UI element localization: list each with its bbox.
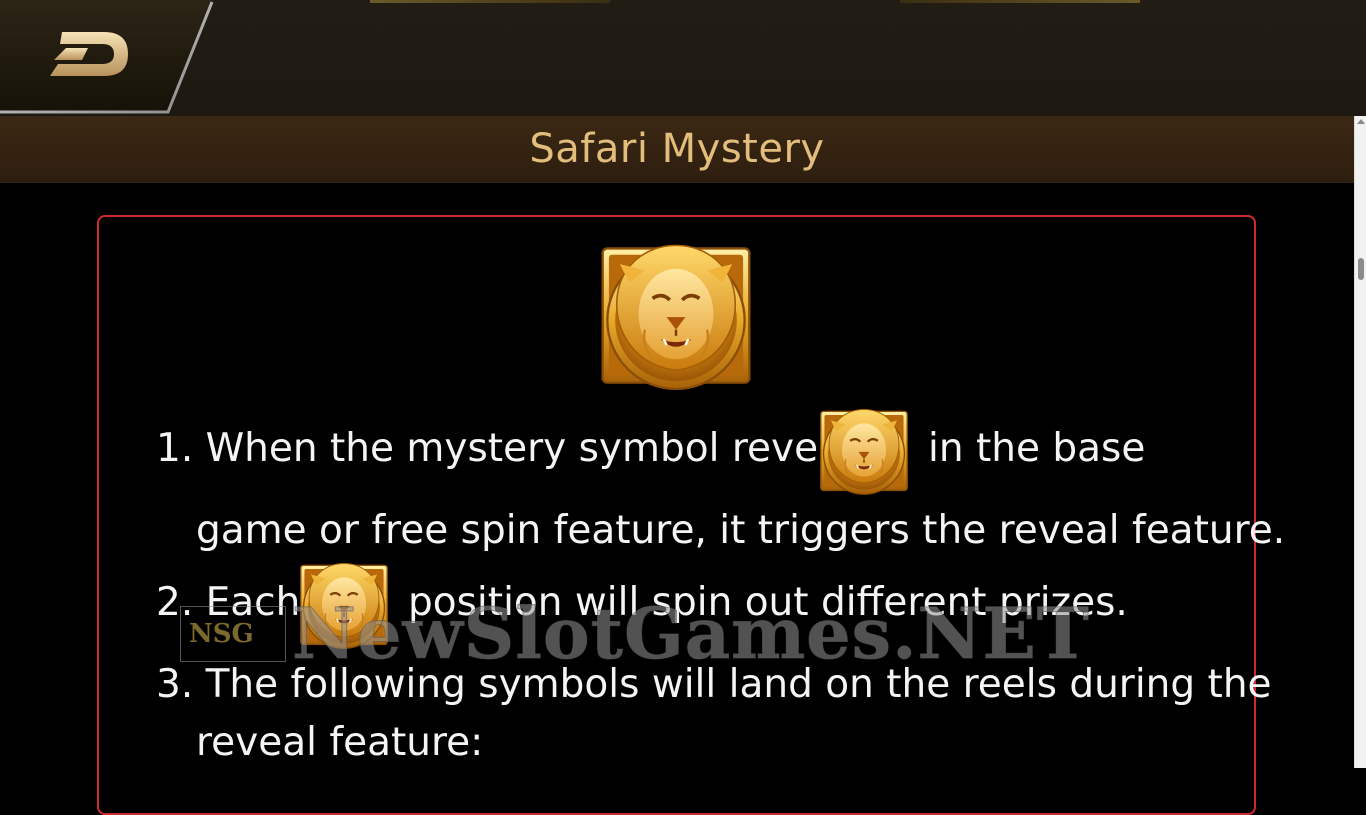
scrollbar[interactable] bbox=[1354, 116, 1366, 768]
page-title: Safari Mystery bbox=[529, 126, 825, 172]
top-strip-left bbox=[370, 0, 610, 3]
scrollbar-thumb[interactable] bbox=[1358, 258, 1364, 280]
lion-inline-icon bbox=[818, 404, 910, 496]
scroll-up-arrow-icon[interactable] bbox=[1357, 119, 1365, 124]
rule-line-1c: game or free spin feature, it triggers t… bbox=[196, 508, 1286, 553]
top-strip-right bbox=[900, 0, 1140, 3]
rule-line-1b: in the base bbox=[928, 426, 1146, 471]
watermark-logo-letters: NSG bbox=[189, 619, 254, 649]
rule-line-3b: reveal feature: bbox=[196, 720, 484, 765]
back-arrow-icon bbox=[50, 32, 128, 76]
rule-line-3a: 3. The following symbols will land on th… bbox=[156, 662, 1272, 707]
watermark-logo: NSG bbox=[180, 606, 286, 662]
back-button[interactable] bbox=[0, 0, 220, 116]
watermark: NSG NewSlotGames.NET bbox=[180, 592, 1190, 676]
rule-line-1a: 1. When the mystery symbol reveals bbox=[156, 426, 874, 471]
lion-mystery-symbol-icon bbox=[598, 236, 754, 392]
